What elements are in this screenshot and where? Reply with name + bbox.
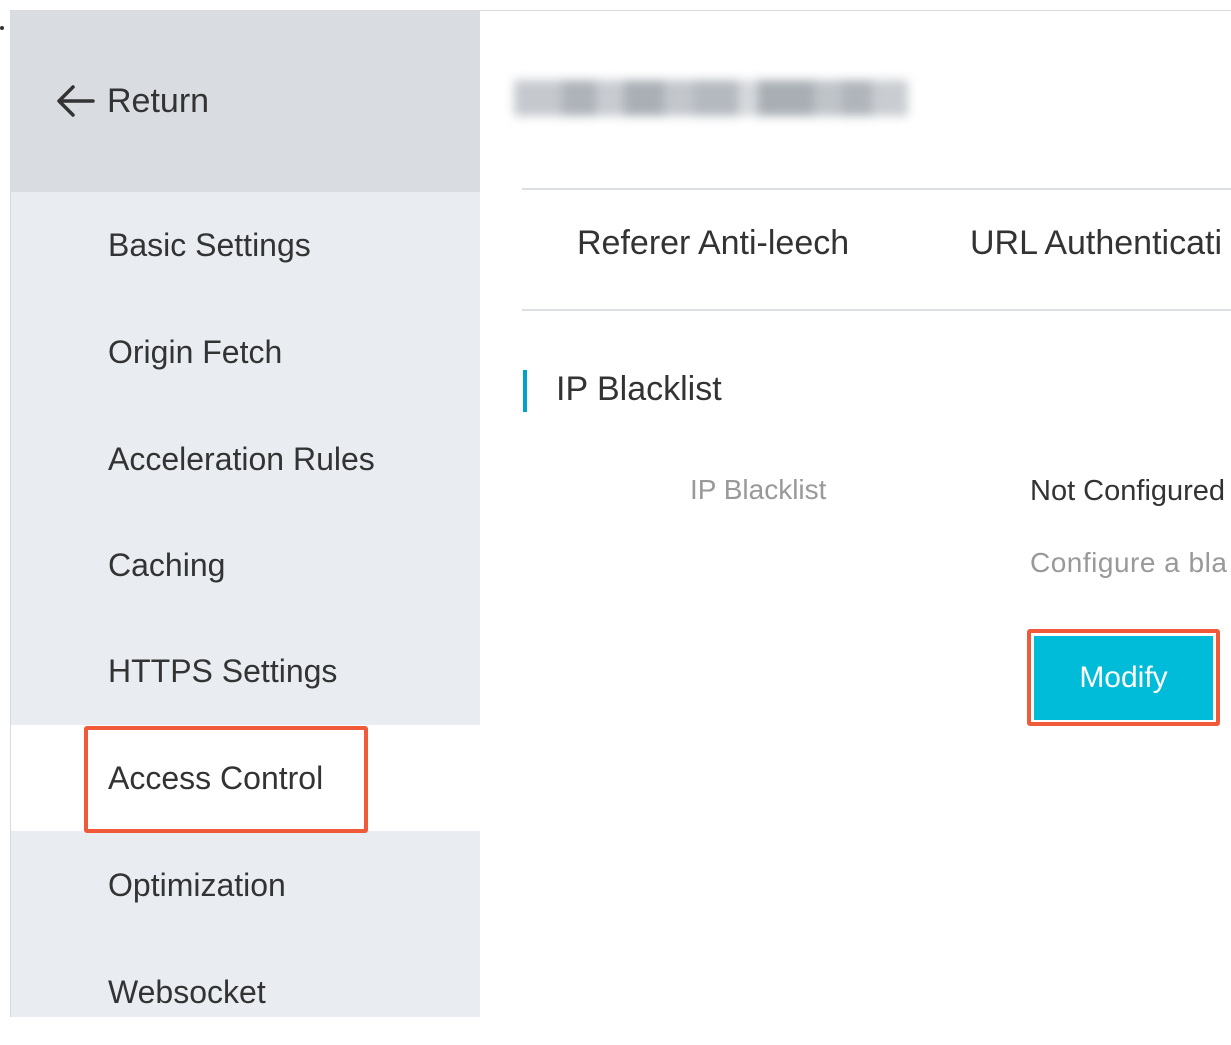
tab-referer-anti-leech[interactable]: Referer Anti-leech bbox=[577, 221, 849, 265]
sidebar: Return Basic Settings Origin Fetch Accel… bbox=[11, 11, 480, 1017]
tab-url-authentication[interactable]: URL Authenticati bbox=[970, 221, 1222, 265]
main-content: Referer Anti-leech URL Authenticati IP B… bbox=[480, 11, 1231, 1017]
ip-blacklist-label: IP Blacklist bbox=[690, 474, 827, 505]
ip-blacklist-hint: Configure a bla bbox=[1030, 547, 1228, 578]
sidebar-item-acceleration-rules[interactable]: Acceleration Rules bbox=[11, 406, 480, 512]
return-label: Return bbox=[107, 82, 210, 120]
modify-button[interactable]: Modify bbox=[1034, 636, 1213, 720]
sidebar-item-access-control[interactable]: Access Control bbox=[11, 725, 480, 831]
section-title: IP Blacklist bbox=[556, 370, 722, 408]
sidebar-item-label: Optimization bbox=[108, 867, 286, 903]
sidebar-item-label: Access Control bbox=[108, 760, 324, 796]
sidebar-item-label: Acceleration Rules bbox=[108, 441, 375, 477]
sidebar-item-optimization[interactable]: Optimization bbox=[11, 832, 480, 938]
sidebar-item-label: HTTPS Settings bbox=[108, 653, 338, 689]
tabs-divider bbox=[522, 309, 1231, 311]
sidebar-item-websocket[interactable]: Websocket bbox=[11, 939, 480, 1045]
sidebar-item-basic-settings[interactable]: Basic Settings bbox=[11, 192, 480, 298]
return-button[interactable]: Return bbox=[11, 11, 480, 192]
sidebar-item-https-settings[interactable]: HTTPS Settings bbox=[11, 618, 480, 724]
sidebar-item-label: Websocket bbox=[108, 974, 266, 1010]
sidebar-item-origin-fetch[interactable]: Origin Fetch bbox=[11, 299, 480, 405]
corner-dot bbox=[0, 26, 4, 30]
sidebar-item-label: Origin Fetch bbox=[108, 334, 283, 370]
header-divider bbox=[522, 188, 1231, 190]
arrow-left-icon bbox=[57, 85, 95, 117]
section-marker bbox=[523, 370, 527, 412]
redacted-domain-title bbox=[514, 63, 944, 133]
ip-blacklist-value: Not Configured bbox=[1030, 475, 1226, 507]
sidebar-item-label: Basic Settings bbox=[108, 227, 311, 263]
sidebar-item-label: Caching bbox=[108, 547, 226, 583]
sidebar-item-caching[interactable]: Caching bbox=[11, 512, 480, 618]
